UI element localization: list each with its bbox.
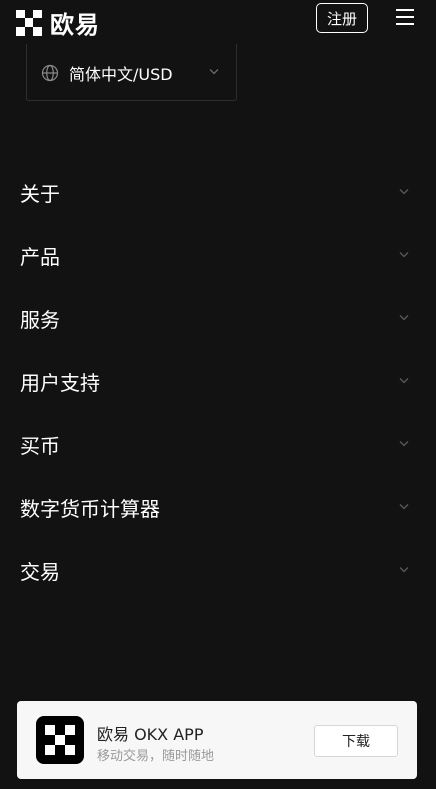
chevron-down-icon: [399, 378, 409, 384]
language-label: 简体中文/USD: [69, 65, 173, 84]
nav-item-label: 买币: [20, 434, 60, 458]
chevron-down-icon: [399, 189, 409, 195]
nav-item-label: 关于: [20, 182, 60, 206]
nav-item-label: 数字货币计算器: [20, 497, 160, 521]
chevron-down-icon[interactable]: [209, 68, 219, 75]
nav-menu: 关于 产品 服务 用户支持 买币 数字货币计算器 交易: [0, 160, 436, 601]
nav-item-services[interactable]: 服务: [0, 286, 436, 349]
register-button[interactable]: 注册: [316, 3, 368, 33]
nav-item-support[interactable]: 用户支持: [0, 349, 436, 412]
chevron-down-icon: [399, 315, 409, 321]
nav-item-about[interactable]: 关于: [0, 160, 436, 223]
nav-item-trade[interactable]: 交易: [0, 538, 436, 601]
page: 欧易 注册 简体中文/USD 关于 产品 服务 用户支持 买币 数字货币计算器 …: [0, 0, 436, 789]
app-title: 欧易 OKX APP: [97, 725, 204, 744]
language-panel: 简体中文/USD: [26, 44, 237, 101]
okx-logo-icon: [16, 9, 42, 36]
nav-item-label: 服务: [20, 308, 60, 332]
chevron-down-icon: [399, 567, 409, 573]
okx-logo-icon: [45, 725, 75, 755]
brand-name: 欧易: [50, 11, 100, 39]
app-download-banner: 欧易 OKX APP 移动交易，随时随地 下载: [17, 701, 417, 779]
app-subtitle: 移动交易，随时随地: [97, 749, 215, 764]
language-selector[interactable]: 简体中文/USD: [41, 61, 173, 85]
chevron-down-icon: [399, 504, 409, 510]
app-icon: [36, 716, 84, 764]
brand-logo[interactable]: 欧易: [16, 5, 100, 40]
chevron-down-icon: [399, 441, 409, 447]
nav-item-buy-crypto[interactable]: 买币: [0, 412, 436, 475]
nav-item-label: 交易: [20, 560, 60, 584]
chevron-down-icon: [399, 252, 409, 258]
nav-item-products[interactable]: 产品: [0, 223, 436, 286]
download-button[interactable]: 下载: [314, 725, 398, 757]
nav-item-label: 产品: [20, 245, 60, 269]
nav-item-calculator[interactable]: 数字货币计算器: [0, 475, 436, 538]
nav-item-label: 用户支持: [20, 371, 100, 395]
hamburger-menu-icon[interactable]: [396, 9, 414, 25]
header: 欧易 注册: [0, 0, 436, 40]
globe-icon: [41, 64, 59, 82]
